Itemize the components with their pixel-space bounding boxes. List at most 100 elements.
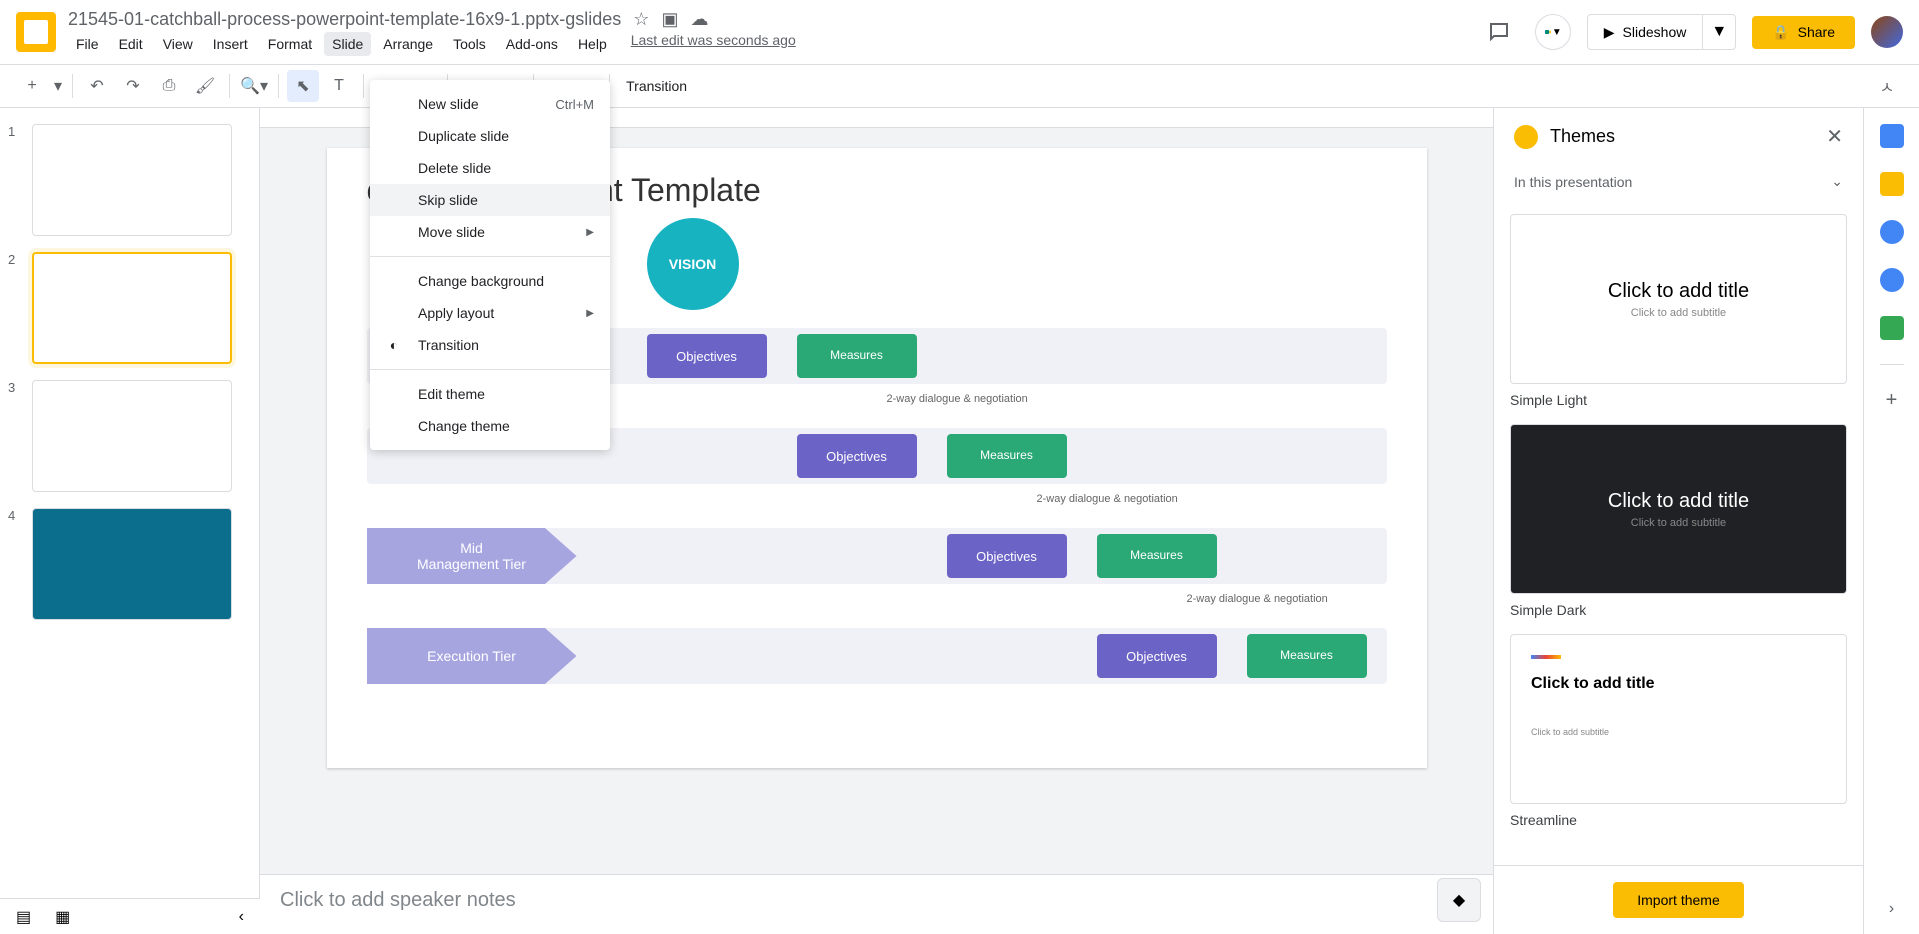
theme-card-simple-dark[interactable]: Click to add title Click to add subtitle <box>1510 424 1847 594</box>
slideshow-main[interactable]: ▶ Slideshow <box>1588 15 1704 49</box>
dialogue-label[interactable]: 2-way dialogue & negotiation <box>1187 593 1328 605</box>
palette-icon <box>1514 125 1538 149</box>
menu-arrange[interactable]: Arrange <box>375 32 441 56</box>
menu-insert[interactable]: Insert <box>205 32 256 56</box>
slide-dropdown-menu: New slide Ctrl+M Duplicate slide Delete … <box>370 80 610 450</box>
dd-edit-theme[interactable]: Edit theme <box>370 378 610 410</box>
objectives-box[interactable]: Objectives <box>947 534 1067 578</box>
dd-delete[interactable]: Delete slide <box>370 152 610 184</box>
filmstrip-view-icon[interactable]: ▤ <box>16 907 31 927</box>
slideshow-dropdown[interactable]: ▼ <box>1703 23 1735 41</box>
dd-new-slide[interactable]: New slide Ctrl+M <box>370 88 610 120</box>
tier-arrow-mid[interactable]: Mid Management Tier <box>367 528 577 584</box>
theme-card-streamline[interactable]: Click to add title Click to add subtitle <box>1510 634 1847 804</box>
calendar-icon[interactable] <box>1880 124 1904 148</box>
doc-title[interactable]: 21545-01-catchball-process-powerpoint-te… <box>68 9 621 30</box>
transition-btn[interactable]: Transition <box>618 78 695 94</box>
measures-box[interactable]: Measures <box>947 434 1067 478</box>
keep-icon[interactable] <box>1880 172 1904 196</box>
dd-duplicate[interactable]: Duplicate slide <box>370 120 610 152</box>
comments-icon[interactable] <box>1479 12 1519 52</box>
theme-card-subtitle: Click to add subtitle <box>1631 517 1726 529</box>
contacts-icon[interactable] <box>1880 268 1904 292</box>
close-icon[interactable]: ✕ <box>1826 124 1843 149</box>
menu-format[interactable]: Format <box>260 32 320 56</box>
paint-format-btn[interactable]: 🖌 <box>189 70 221 102</box>
tasks-icon[interactable] <box>1880 220 1904 244</box>
themes-footer: Import theme <box>1494 865 1863 934</box>
themes-section-header[interactable]: In this presentation ⌄ <box>1494 165 1863 198</box>
move-icon[interactable]: ▣ <box>661 9 678 30</box>
objectives-box[interactable]: Objectives <box>1097 634 1217 678</box>
measures-box[interactable]: Measures <box>1247 634 1367 678</box>
new-slide-dropdown[interactable]: ▾ <box>52 70 64 102</box>
cloud-icon[interactable]: ☁ <box>690 9 708 30</box>
dd-apply-layout[interactable]: Apply layout ▶ <box>370 297 610 329</box>
objectives-box[interactable]: Objectives <box>647 334 767 378</box>
maps-icon[interactable] <box>1880 316 1904 340</box>
avatar[interactable] <box>1871 16 1903 48</box>
menu-tools[interactable]: Tools <box>445 32 494 56</box>
slide-thumb-4[interactable] <box>32 508 232 620</box>
header-right: ▼ ▶ Slideshow ▼ 🔒 Share <box>1479 12 1903 52</box>
slideshow-button[interactable]: ▶ Slideshow ▼ <box>1587 14 1736 50</box>
undo-btn[interactable]: ↶ <box>81 70 113 102</box>
thumb-row-4: 4 <box>8 508 251 620</box>
speaker-notes[interactable]: Click to add speaker notes <box>260 874 1493 934</box>
new-slide-btn[interactable]: + <box>16 70 48 102</box>
star-icon[interactable]: ☆ <box>633 9 649 30</box>
menu-edit[interactable]: Edit <box>111 32 151 56</box>
theme-card-subtitle: Click to add subtitle <box>1631 307 1726 319</box>
menu-file[interactable]: File <box>68 32 107 56</box>
dd-label: Transition <box>418 337 479 353</box>
last-edit[interactable]: Last edit was seconds ago <box>631 32 796 56</box>
vision-circle[interactable]: VISION <box>647 218 739 310</box>
tier-row-4[interactable]: Execution Tier Objectives Measures <box>367 628 1387 684</box>
themes-list[interactable]: Click to add title Click to add subtitle… <box>1494 198 1863 865</box>
select-tool[interactable]: ⬉ <box>287 70 319 102</box>
import-theme-button[interactable]: Import theme <box>1613 882 1743 918</box>
thumb-num: 4 <box>8 508 24 620</box>
menu-help[interactable]: Help <box>570 32 615 56</box>
section-label: In this presentation <box>1514 174 1632 190</box>
dd-skip[interactable]: Skip slide <box>370 184 610 216</box>
dd-change-bg[interactable]: Change background <box>370 265 610 297</box>
thumb-row-3: 3 <box>8 380 251 492</box>
slides-logo[interactable] <box>16 12 56 52</box>
tier-row-3[interactable]: Mid Management Tier Objectives Measures <box>367 528 1387 584</box>
hide-rail-icon[interactable]: › <box>1889 900 1894 918</box>
collapse-toolbar-icon[interactable]: ㅅ <box>1871 70 1903 102</box>
collapse-panel-icon[interactable]: ‹ <box>239 908 244 926</box>
menu-view[interactable]: View <box>155 32 201 56</box>
zoom-btn[interactable]: 🔍▾ <box>238 70 270 102</box>
measures-box[interactable]: Measures <box>797 334 917 378</box>
slide-thumb-3[interactable] <box>32 380 232 492</box>
slide-thumb-1[interactable] <box>32 124 232 236</box>
notes-resize-handle[interactable]: ⋯ <box>260 866 1493 874</box>
dialogue-label[interactable]: 2-way dialogue & negotiation <box>1037 493 1178 505</box>
redo-btn[interactable]: ↷ <box>117 70 149 102</box>
grid-view-icon[interactable]: ▦ <box>55 907 70 927</box>
dd-transition[interactable]: ◐ Transition <box>370 329 610 361</box>
add-addon-icon[interactable]: + <box>1886 389 1898 412</box>
print-btn[interactable]: ⎙ <box>153 70 185 102</box>
measures-box[interactable]: Measures <box>1097 534 1217 578</box>
theme-label: Streamline <box>1510 812 1847 828</box>
menu-slide[interactable]: Slide <box>324 32 371 56</box>
textbox-tool[interactable]: T <box>323 70 355 102</box>
menu-addons[interactable]: Add-ons <box>498 32 566 56</box>
view-mode-bar: ▤ ▦ ‹ <box>0 898 260 934</box>
share-button[interactable]: 🔒 Share <box>1752 16 1855 49</box>
thumb-num: 1 <box>8 124 24 236</box>
meet-button[interactable]: ▼ <box>1535 14 1571 50</box>
submenu-arrow-icon: ▶ <box>586 227 594 238</box>
dd-move[interactable]: Move slide ▶ <box>370 216 610 248</box>
dd-change-theme[interactable]: Change theme <box>370 410 610 442</box>
tier-arrow-exec[interactable]: Execution Tier <box>367 628 577 684</box>
slide-panel[interactable]: 1 2 3 4 ▤ ▦ ‹ <box>0 108 260 934</box>
theme-card-simple-light[interactable]: Click to add title Click to add subtitle <box>1510 214 1847 384</box>
objectives-box[interactable]: Objectives <box>797 434 917 478</box>
explore-button[interactable]: ◆ <box>1437 878 1481 922</box>
dialogue-label[interactable]: 2-way dialogue & negotiation <box>887 393 1028 405</box>
slide-thumb-2[interactable] <box>32 252 232 364</box>
